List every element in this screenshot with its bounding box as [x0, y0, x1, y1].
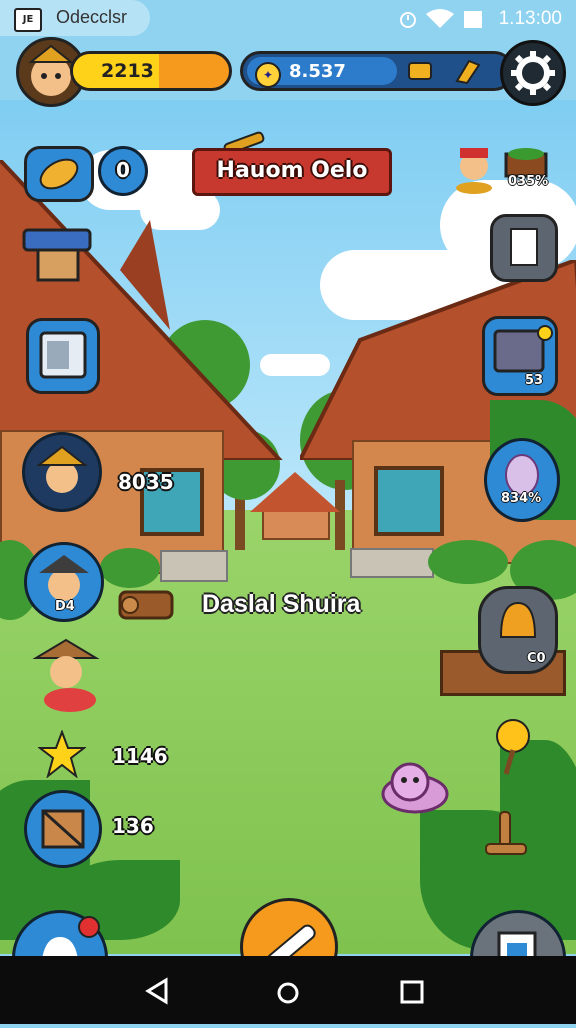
coins-bar[interactable]: ✦ 8.537 [240, 51, 514, 91]
resident-2-badge: D4 [55, 599, 75, 614]
child-villager[interactable] [30, 636, 102, 716]
right-house-window [374, 466, 444, 536]
axe-icon [455, 59, 481, 85]
star-button[interactable] [37, 729, 87, 779]
system-nav-bar [0, 956, 576, 1024]
shopkeeper-button[interactable] [450, 144, 498, 194]
coin-icon: ✦ [255, 62, 281, 88]
appliance-button[interactable] [26, 318, 100, 394]
star-value: 1146 [112, 744, 168, 768]
left-steps [160, 550, 228, 582]
child-icon [32, 638, 100, 712]
tools-icons [408, 59, 481, 85]
bell-button[interactable]: C0 [478, 586, 558, 674]
resource-leaf-button[interactable] [24, 146, 94, 202]
flower-button[interactable] [486, 716, 540, 776]
coins-inner: ✦ 8.537 [247, 57, 397, 88]
app-name: Odecclsr [56, 7, 128, 27]
tool-handle[interactable] [484, 810, 528, 856]
chest-badge: 53 [525, 373, 544, 388]
distant-house [262, 510, 330, 540]
resident-1-value: 8035 [118, 470, 174, 494]
flower-icon [496, 719, 530, 775]
tool-rack-button[interactable] [490, 214, 558, 282]
onion-button[interactable]: 834% [484, 438, 560, 522]
app-icon: JE [14, 8, 42, 32]
event-banner[interactable]: Hauom Oelo [192, 148, 392, 196]
bell-badge: C0 [527, 651, 546, 666]
status-time: 1.13:00 [498, 8, 562, 29]
right-steps [350, 548, 434, 578]
box-icon [41, 809, 85, 849]
status-app-chip: JE Odecclsr [0, 0, 150, 36]
level-bar: 2213 [70, 51, 232, 91]
distant-roof [250, 472, 340, 512]
gear-icon [511, 51, 555, 95]
recents-icon [400, 980, 424, 1004]
onion-icon [505, 454, 539, 496]
home-icon [277, 982, 299, 1004]
workshop-button[interactable] [20, 216, 94, 286]
battery-icon [464, 11, 482, 28]
settings-button[interactable] [500, 40, 566, 106]
resident-1-button[interactable] [22, 432, 102, 512]
hammer-icon [408, 62, 432, 80]
bush [428, 540, 508, 584]
star-icon [37, 729, 87, 779]
coins-value: 8.537 [289, 61, 346, 82]
shop-badge: 035% [508, 174, 549, 189]
leaf-icon [39, 158, 79, 190]
banner-title: Hauom Oelo [216, 158, 368, 183]
machine-button[interactable]: 53 [482, 316, 558, 396]
alarm-icon [400, 12, 416, 28]
left-house-roof [0, 160, 283, 460]
oven-icon [39, 331, 87, 379]
wood-logs[interactable] [116, 582, 178, 628]
crate-button[interactable] [24, 790, 102, 868]
resource-count-badge[interactable]: 0 [98, 146, 148, 196]
level-value: 2213 [101, 60, 154, 82]
shopkeeper-icon [456, 148, 492, 194]
rack-icon [510, 228, 538, 266]
crate-value: 136 [112, 814, 154, 838]
machine-icon [493, 325, 553, 373]
worker-avatar-icon [36, 445, 88, 493]
nav-icons [145, 977, 424, 1005]
resident-2-button[interactable]: D4 [24, 542, 104, 622]
status-bar: JE Odecclsr 1.13:00 [0, 0, 576, 38]
resource-count: 0 [116, 158, 130, 182]
back-icon [145, 977, 168, 1005]
workbench-icon [22, 228, 92, 282]
status-icons [400, 9, 482, 28]
onion-badge: 834% [501, 491, 542, 506]
slug-creature[interactable] [380, 760, 450, 816]
location-name: Daslal Shuira [202, 590, 361, 618]
wifi-icon [426, 9, 454, 28]
